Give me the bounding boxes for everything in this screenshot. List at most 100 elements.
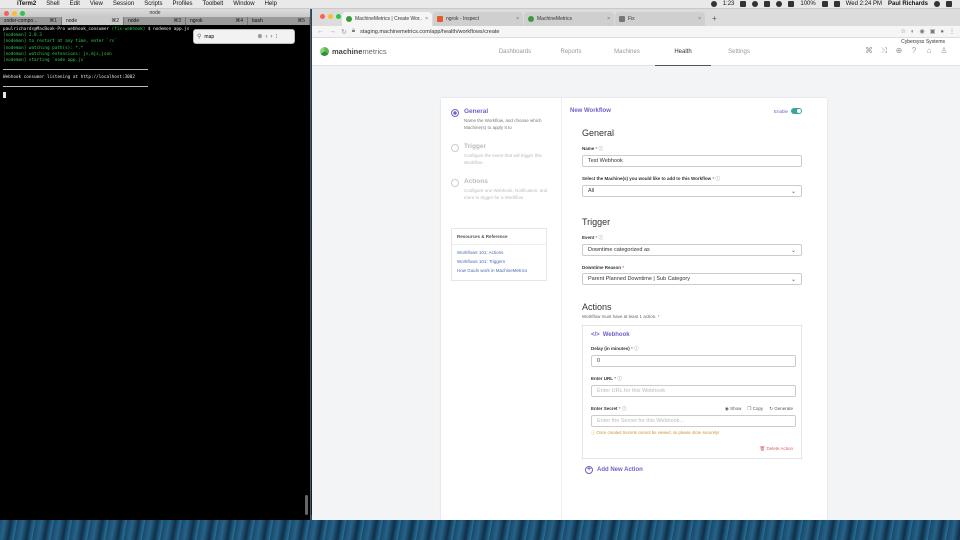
browser-tab[interactable]: ngrok - Inspect × xyxy=(433,12,523,26)
back-icon[interactable]: ← xyxy=(317,28,324,35)
browser-menu-icon[interactable]: ⋮ xyxy=(949,28,955,35)
terminal-tab[interactable]: node ⌘3 xyxy=(124,17,186,25)
lock-icon[interactable]: 🔒︎ xyxy=(352,28,355,35)
browser-tab[interactable]: MachineMetrics | Create Wor... × xyxy=(342,12,432,26)
forward-icon[interactable]: → xyxy=(329,28,336,35)
menu-scripts[interactable]: Scripts xyxy=(139,1,167,7)
step-trigger[interactable]: Trigger Configure the event that will tr… xyxy=(451,143,551,166)
terminal-titlebar[interactable]: node xyxy=(0,9,310,17)
menu-profiles[interactable]: Profiles xyxy=(168,1,198,7)
show-secret-button[interactable]: ◉ Show xyxy=(725,406,741,412)
nav-dashboards[interactable]: Dashboards xyxy=(487,38,543,66)
nav-health[interactable]: Health xyxy=(655,38,711,66)
screen-icon[interactable] xyxy=(740,1,747,7)
menu-session[interactable]: Session xyxy=(108,1,139,7)
nav-machines[interactable]: Machines xyxy=(599,38,655,66)
globe-icon[interactable]: ⊕ xyxy=(895,47,903,55)
wifi-icon[interactable] xyxy=(776,1,783,7)
minimize-window-icon[interactable] xyxy=(328,14,333,19)
clock-status-icon[interactable] xyxy=(752,1,759,7)
extension-icon[interactable]: ◐ xyxy=(911,29,915,35)
add-action-button[interactable]: + Add New Action xyxy=(585,466,802,474)
find-previous-icon[interactable]: ‹ xyxy=(265,34,267,40)
secret-input[interactable]: Enter the Secret for this Webhook... xyxy=(591,415,796,427)
name-input[interactable]: Test Webhook xyxy=(582,155,802,167)
delete-action-button[interactable]: 🗑︎ Delete Action xyxy=(591,446,793,452)
delay-input[interactable]: 0 xyxy=(591,355,796,367)
find-next-icon[interactable]: › xyxy=(270,34,272,40)
menu-edit[interactable]: Edit xyxy=(65,1,85,7)
info-icon[interactable]: ⓘ xyxy=(622,406,627,411)
user-icon[interactable]: ♙ xyxy=(940,47,948,55)
step-actions[interactable]: Actions Configure one Webhook, Notificat… xyxy=(451,178,551,201)
resource-link[interactable]: Workflows 101: Triggers xyxy=(452,257,546,266)
machines-select[interactable]: All ⌄ xyxy=(582,185,802,197)
info-icon[interactable]: ⓘ xyxy=(634,346,639,351)
profile-avatar-icon[interactable]: ● xyxy=(940,29,944,35)
url-field[interactable]: staging.machinemetrics.com/app/health/wo… xyxy=(360,29,895,35)
extension-icon[interactable]: ▣ xyxy=(930,28,936,35)
info-icon[interactable]: ⓘ xyxy=(599,146,604,151)
nav-reports[interactable]: Reports xyxy=(543,38,599,66)
bookmark-star-icon[interactable]: ☆ xyxy=(900,28,905,35)
resource-link[interactable]: Workflows 101: Actions xyxy=(452,248,546,257)
info-icon[interactable]: ⓘ xyxy=(715,176,720,181)
menu-view[interactable]: View xyxy=(85,1,108,7)
close-tab-icon[interactable]: × xyxy=(425,16,428,22)
search-icon[interactable] xyxy=(934,1,940,7)
status-app-icon[interactable] xyxy=(710,1,717,7)
terminal-tab[interactable]: node ⌘2 xyxy=(62,17,124,25)
enable-toggle[interactable] xyxy=(791,108,802,114)
menubar-clock[interactable]: Wed 2:24 PM xyxy=(846,1,882,7)
apps-grid-icon[interactable]: ⌘ xyxy=(865,47,873,55)
enable-toggle-group[interactable]: Enable xyxy=(774,108,802,114)
clear-icon[interactable]: ⊗ xyxy=(257,33,262,40)
event-select[interactable]: Downtime categorized as ⌄ xyxy=(582,244,802,256)
find-input[interactable] xyxy=(204,32,255,41)
step-general[interactable]: General Name the Workflow, and choose wh… xyxy=(451,108,551,131)
shuffle-icon[interactable]: ⤨ xyxy=(880,47,888,55)
terminal-tab[interactable]: zoder-compo... ⌘1 xyxy=(0,17,62,25)
bluetooth-icon[interactable] xyxy=(764,1,771,7)
zoom-window-icon[interactable] xyxy=(336,14,341,19)
generate-secret-button[interactable]: ↻ Generate xyxy=(769,406,793,412)
help-icon[interactable]: ? xyxy=(910,47,918,55)
menu-toolbelt[interactable]: Toolbelt xyxy=(198,1,229,7)
info-icon[interactable]: ⓘ xyxy=(617,376,622,381)
flag-icon[interactable] xyxy=(833,1,840,7)
resource-link[interactable]: How Guids work in MachineMetrics xyxy=(452,266,546,275)
main-nav: Dashboards Reports Machines Health Setti… xyxy=(487,38,767,66)
close-tab-icon[interactable]: × xyxy=(607,16,610,22)
browser-tab[interactable]: MachineMetrics × xyxy=(524,12,614,26)
factory-icon[interactable]: ⌂ xyxy=(925,47,933,55)
terminal-scrollbar[interactable] xyxy=(305,495,308,515)
menu-list-icon[interactable] xyxy=(946,1,952,7)
webhook-url-input[interactable]: Enter URL for this Webhook xyxy=(591,385,796,397)
close-tab-icon[interactable]: × xyxy=(516,16,519,22)
nav-settings[interactable]: Settings xyxy=(711,38,767,66)
reason-select[interactable]: Parent Planned Downtime | Sub Category ⌄ xyxy=(582,273,802,285)
machinemetrics-logo[interactable]: machinemetrics xyxy=(320,47,480,56)
battery-percent[interactable]: 100% xyxy=(800,1,815,7)
menu-app-name[interactable]: iTerm2 xyxy=(12,1,41,7)
terminal-tab[interactable]: bash ⌘5 xyxy=(248,17,310,25)
info-icon[interactable]: ⓘ xyxy=(599,235,604,240)
extension-icon[interactable]: ◉ xyxy=(919,28,924,35)
volume-icon[interactable] xyxy=(788,1,795,7)
secret-label-text: Enter Secret xyxy=(591,406,618,411)
battery-time[interactable]: 1:23 xyxy=(723,1,735,7)
menu-help[interactable]: Help xyxy=(260,1,282,7)
find-options-icon[interactable]: ⁝ xyxy=(275,33,277,40)
reload-icon[interactable]: ↻ xyxy=(341,28,347,36)
close-window-icon[interactable] xyxy=(320,14,325,19)
battery-icon[interactable] xyxy=(821,1,828,7)
menubar-user[interactable]: Paul Richards xyxy=(888,1,928,7)
terminal-output[interactable]: paulrichards@MacBook-Pro webhook_consume… xyxy=(0,25,310,515)
menu-shell[interactable]: Shell xyxy=(41,1,64,7)
menu-window[interactable]: Window xyxy=(228,1,259,7)
new-tab-icon[interactable]: + xyxy=(706,14,723,26)
browser-tab[interactable]: Fix × xyxy=(615,12,705,26)
terminal-tab[interactable]: ngrok ⌘4 xyxy=(186,17,248,25)
copy-secret-button[interactable]: ❐ Copy xyxy=(747,406,763,412)
close-tab-icon[interactable]: × xyxy=(698,16,701,22)
